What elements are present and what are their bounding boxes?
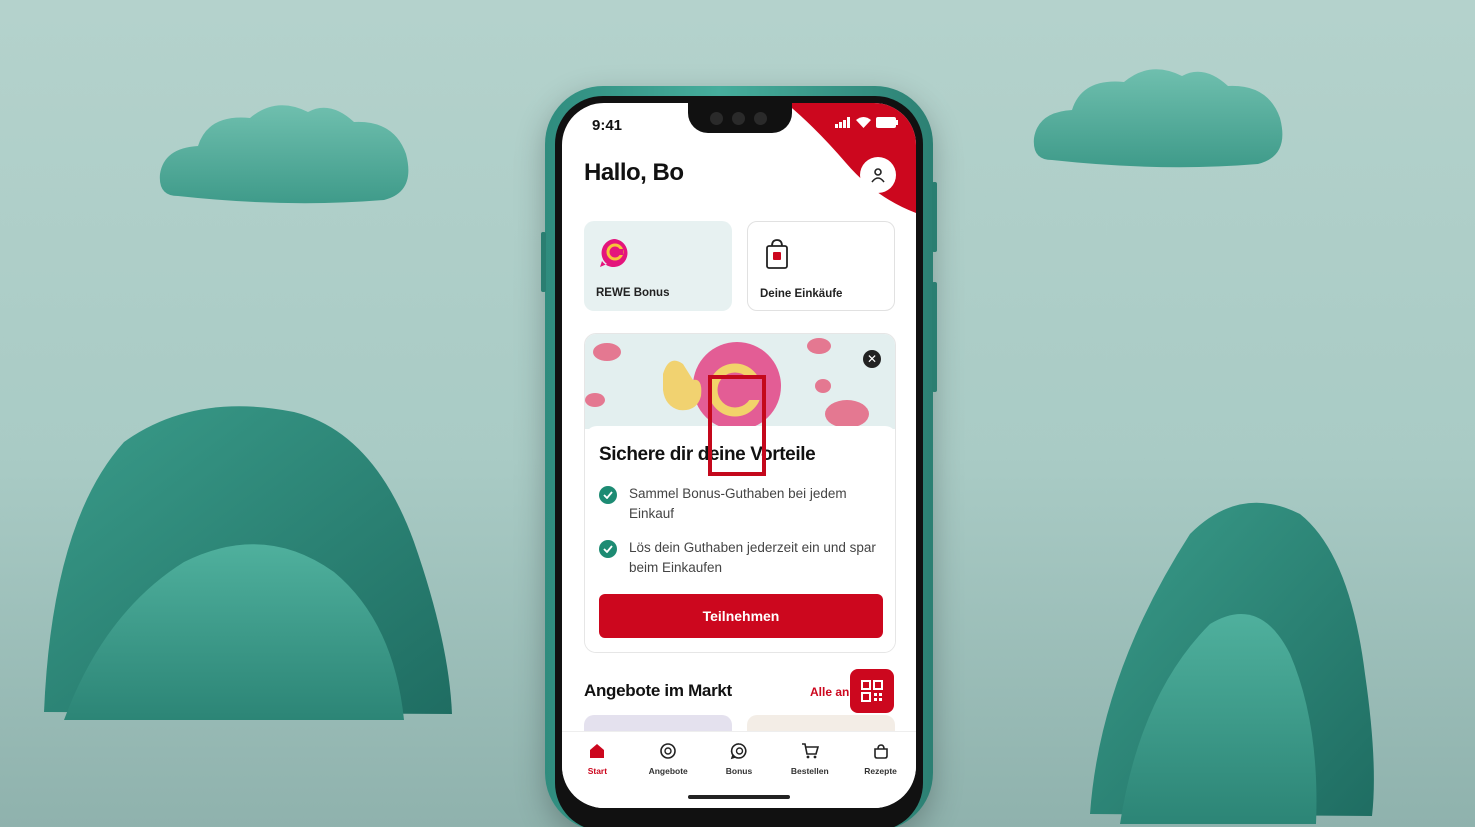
signal-icon	[835, 117, 850, 128]
rewe-bonus-icon	[600, 239, 628, 267]
cloud-decoration-right	[1033, 69, 1283, 168]
tab-label: Bonus	[725, 766, 753, 776]
check-icon	[599, 486, 617, 504]
wifi-icon	[856, 117, 871, 128]
battery-icon	[876, 117, 898, 128]
tab-start[interactable]: Start	[564, 742, 630, 808]
phone-side-button	[541, 232, 546, 292]
home-icon	[590, 744, 605, 758]
tile-label: REWE Bonus	[596, 287, 670, 299]
rock-decoration-right	[1090, 502, 1374, 824]
shopping-bag-icon	[766, 239, 788, 269]
cloud-decoration-left	[159, 105, 409, 204]
join-button[interactable]: Teilnehmen	[599, 594, 883, 638]
highlight-box	[708, 375, 766, 476]
phone-side-button	[932, 282, 937, 392]
home-indicator	[688, 795, 790, 799]
cart-icon	[801, 743, 819, 759]
tab-label: Rezepte	[864, 766, 897, 776]
recipe-pot-icon	[873, 744, 888, 759]
offers-icon	[660, 743, 676, 759]
benefit-text: Lös dein Guthaben jederzeit ein und spar…	[629, 540, 876, 575]
status-icons	[835, 117, 898, 128]
check-icon	[599, 540, 617, 558]
tile-label: Deine Einkäufe	[760, 288, 843, 300]
tab-rezepte[interactable]: Rezepte	[848, 742, 914, 808]
qr-code-button[interactable]	[850, 669, 894, 713]
tab-label: Angebote	[648, 766, 688, 776]
tile-rewe-bonus[interactable]: REWE Bonus	[584, 221, 732, 311]
qr-code-icon	[861, 680, 883, 702]
profile-button[interactable]	[860, 157, 896, 193]
see-all-offers-link[interactable]: Alle an	[810, 685, 850, 699]
user-icon	[871, 168, 885, 183]
close-icon[interactable]: ✕	[863, 350, 881, 368]
rock-decoration-left	[44, 406, 452, 720]
tile-deine-einkaeufe[interactable]: Deine Einkäufe	[747, 221, 895, 311]
benefit-text: Sammel Bonus-Guthaben bei jedem Einkauf	[629, 486, 847, 521]
benefit-item: Sammel Bonus-Guthaben bei jedem Einkauf	[599, 484, 884, 524]
benefit-item: Lös dein Guthaben jederzeit ein und spar…	[599, 538, 884, 578]
phone-notch	[688, 103, 792, 133]
tab-label: Bestellen	[790, 766, 829, 776]
tab-label: Start	[587, 766, 608, 776]
section-title-offers: Angebote im Markt	[584, 681, 732, 700]
status-time: 9:41	[592, 117, 623, 134]
phone-side-button	[932, 182, 937, 252]
bonus-icon	[730, 743, 747, 760]
page-title: Hallo, Bo	[584, 159, 684, 186]
